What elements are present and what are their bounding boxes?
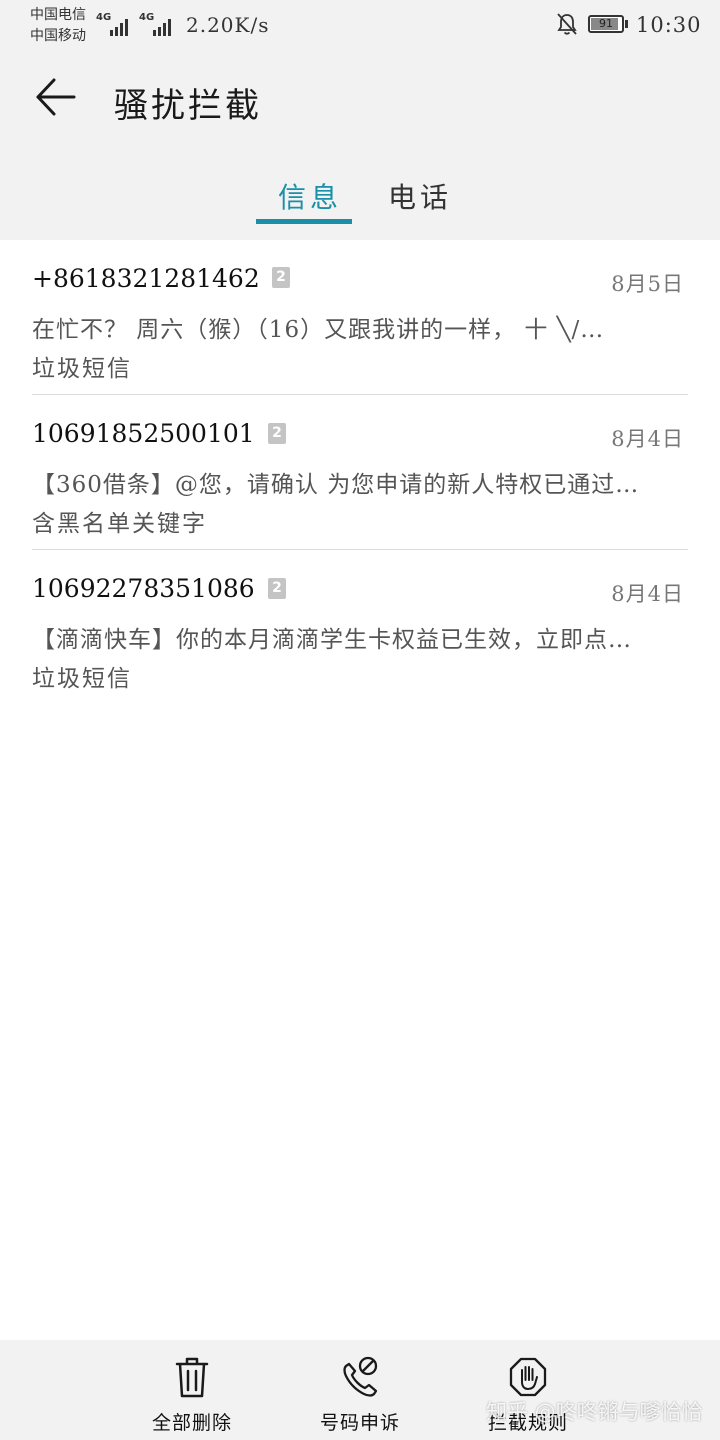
sender-number: 10692278351086 bbox=[32, 574, 255, 603]
tab-indicator bbox=[256, 219, 352, 224]
stop-hand-icon bbox=[509, 1357, 547, 1397]
spam-category: 含黑名单关键字 bbox=[32, 511, 207, 537]
delete-all-label: 全部删除 bbox=[151, 1412, 232, 1434]
carrier-1-label: 中国电信 bbox=[30, 7, 86, 23]
tab-calls[interactable]: 电话 bbox=[388, 176, 452, 216]
list-item[interactable]: 10691852500101 2 8月4日 【360借条】@您，请确认 为您申请… bbox=[0, 395, 720, 550]
network-speed: 2.20K/s bbox=[186, 13, 270, 37]
status-bar: 中国电信 中国移动 4G 4G 2.20K/s 91 10:30 bbox=[0, 0, 720, 50]
number-appeal-label: 号码申诉 bbox=[319, 1412, 400, 1434]
spam-category: 垃圾短信 bbox=[32, 356, 132, 382]
delete-all-button[interactable]: 全部删除 bbox=[122, 1340, 262, 1440]
battery-icon: 91 bbox=[588, 15, 624, 33]
carrier-2-label: 中国移动 bbox=[30, 28, 86, 44]
bottom-action-bar: 全部删除 号码申诉 拦截规则 bbox=[0, 1340, 720, 1440]
battery-level: 91 bbox=[599, 17, 613, 30]
message-date: 8月4日 bbox=[611, 427, 684, 451]
sender-number: 10691852500101 bbox=[32, 419, 255, 448]
sim-2-icon: 2 bbox=[268, 423, 286, 444]
message-preview: 在忙不？ 周六（猴）（16）又跟我讲的一样， 十 ╲/… bbox=[32, 317, 605, 343]
sim-2-icon: 2 bbox=[268, 578, 286, 599]
page-title: 骚扰拦截 bbox=[114, 86, 262, 126]
bell-off-icon bbox=[557, 13, 577, 35]
block-rules-label: 拦截规则 bbox=[487, 1412, 568, 1434]
sender-number: +8618321281462 bbox=[32, 264, 260, 293]
list-item[interactable]: 10692278351086 2 8月4日 【滴滴快车】你的本月滴滴学生卡权益已… bbox=[0, 550, 720, 705]
clock: 10:30 bbox=[636, 13, 702, 37]
spam-category: 垃圾短信 bbox=[32, 666, 132, 692]
message-preview: 【360借条】@您，请确认 为您申请的新人特权已通过… bbox=[32, 472, 640, 498]
signal-1-icon: 4G bbox=[96, 12, 132, 38]
battery-tip bbox=[625, 20, 628, 28]
message-date: 8月4日 bbox=[611, 582, 684, 606]
message-preview: 【滴滴快车】你的本月滴滴学生卡权益已生效，立即点… bbox=[32, 627, 632, 653]
tab-messages[interactable]: 信息 bbox=[278, 176, 342, 216]
sim-2-icon: 2 bbox=[272, 267, 290, 288]
signal-2-icon: 4G bbox=[139, 12, 175, 38]
block-rules-button[interactable]: 拦截规则 bbox=[458, 1340, 598, 1440]
phone-blocked-icon bbox=[343, 1356, 378, 1397]
list-item[interactable]: +8618321281462 2 8月5日 在忙不？ 周六（猴）（16）又跟我讲… bbox=[0, 240, 720, 395]
number-appeal-button[interactable]: 号码申诉 bbox=[290, 1340, 430, 1440]
message-date: 8月5日 bbox=[611, 272, 684, 296]
trash-icon bbox=[175, 1357, 209, 1398]
back-button[interactable] bbox=[30, 74, 80, 120]
arrow-left-icon bbox=[36, 78, 76, 116]
